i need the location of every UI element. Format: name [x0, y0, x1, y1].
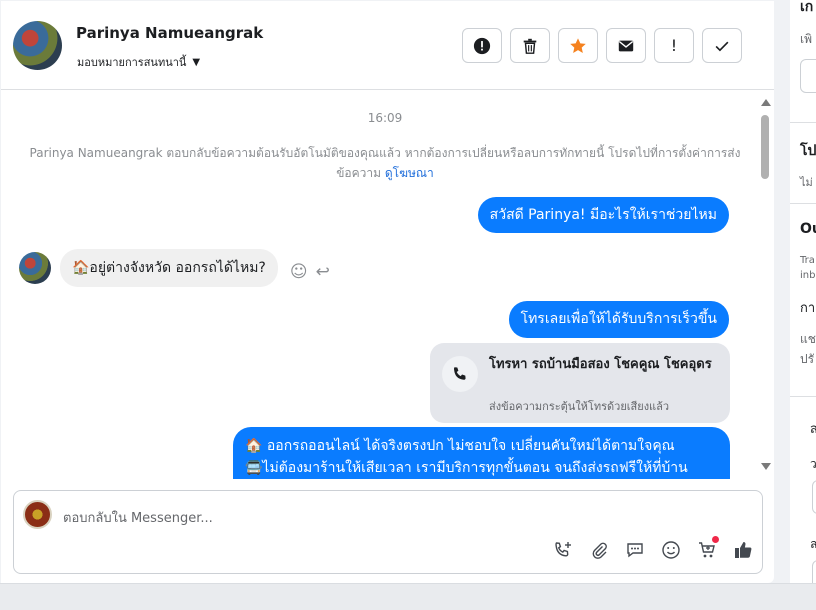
assign-label: มอบหมายการสนทนานี้ — [77, 56, 187, 69]
saved-replies-icon[interactable] — [623, 538, 646, 561]
reply-icon[interactable]: ↩ — [316, 262, 330, 282]
composer-tools — [551, 536, 754, 561]
outgoing-message: สวัสดี Parinya! มีอะไรให้เราช่วยไหม — [477, 197, 729, 233]
check-icon — [715, 41, 729, 51]
system-note: Parinya Namueangrak ตอบกลับข้อความต้อนรั… — [15, 143, 755, 183]
right-details-panel: เก เพิ โป ไม่ Ou Tra inb กา แช ปรั ส ว ล — [790, 0, 816, 583]
panel-heading: Ou — [800, 221, 816, 237]
message-timestamp: 16:09 — [367, 111, 403, 125]
caret-down-icon: ▼ — [192, 56, 201, 68]
reply-input[interactable]: ตอบกลับใน Messenger... — [63, 507, 213, 528]
notification-dot — [712, 536, 719, 543]
mail-icon — [618, 40, 634, 51]
message-line: 🚍ไม่ต้องมาร้านให้เสียเวลา เรามีบริการทุก… — [245, 460, 688, 476]
exclamation-icon: ! — [670, 36, 678, 55]
spam-button[interactable]: ! — [654, 28, 694, 63]
scroll-down-arrow-icon[interactable] — [761, 463, 771, 470]
panel-text: inb — [800, 270, 816, 281]
call-card-subtitle: ส่งข้อความกระตุ้นให้โทรด้วยเสียงแล้ว — [489, 400, 670, 413]
page-avatar — [23, 500, 52, 529]
sender-avatar — [19, 252, 51, 284]
reply-composer[interactable]: ตอบกลับใน Messenger... — [13, 490, 763, 574]
mark-done-button[interactable] — [702, 28, 742, 63]
scroll-thumb[interactable] — [761, 115, 769, 179]
incoming-message-row: 🏠อยู่ต่างจังหวัด ออกรถได้ไหม? ☺ ↩ — [19, 249, 330, 287]
report-button[interactable] — [462, 28, 502, 63]
trash-icon — [523, 38, 537, 54]
panel-text: ไม่ — [800, 176, 813, 189]
emoji-icon[interactable] — [659, 538, 682, 561]
alert-circle-icon — [473, 37, 491, 54]
phone-icon — [442, 356, 478, 392]
bottom-bar — [0, 583, 816, 610]
panel-text: Tra — [800, 255, 815, 266]
panel-divider — [790, 203, 816, 204]
incoming-message: 🏠อยู่ต่างจังหวัด ออกรถได้ไหม? — [60, 249, 278, 287]
panel-text: ปรั — [800, 352, 815, 366]
mark-unread-button[interactable] — [606, 28, 646, 63]
panel-label: ล — [810, 537, 816, 551]
header-actions: ! — [462, 28, 742, 63]
star-icon — [570, 37, 586, 53]
call-cta-card[interactable]: โทรหา รถบ้านมือสอง โชคคูณ โชคอุดร ส่งข้อ… — [430, 343, 730, 423]
scroll-up-arrow-icon[interactable] — [761, 99, 771, 106]
delete-button[interactable] — [510, 28, 550, 63]
assign-conversation-dropdown[interactable]: มอบหมายการสนทนานี้ ▼ — [77, 53, 200, 71]
message-thread[interactable]: 16:09 Parinya Namueangrak ตอบกลับข้อความ… — [1, 91, 774, 479]
panel-input[interactable] — [800, 59, 816, 93]
panel-divider — [790, 396, 816, 397]
outgoing-message: โทรเลยเพื่อให้ได้รับบริการเร็วขึ้น — [508, 301, 729, 338]
conversation-panel: Parinya Namueangrak มอบหมายการสนทนานี้ ▼ — [1, 1, 774, 583]
panel-heading: โป — [800, 143, 816, 159]
panel-heading: เก — [800, 0, 814, 15]
panel-text: เพิ — [800, 32, 813, 46]
panel-label: ส — [810, 422, 816, 437]
call-card-title: โทรหา รถบ้านมือสอง โชคคูณ โชคอุดร — [489, 357, 712, 372]
contact-avatar[interactable] — [13, 21, 62, 70]
cart-icon[interactable] — [695, 536, 719, 561]
message-actions: ☺ ↩ — [290, 262, 330, 282]
outgoing-message-long: 🏠 ออกรถออนไลน์ ได้จริงตรงปก ไม่ชอบใจ เปล… — [233, 427, 730, 479]
panel-label: ว — [810, 457, 816, 471]
panel-input[interactable] — [812, 480, 816, 514]
like-icon[interactable] — [731, 538, 754, 561]
panel-label: กา — [800, 301, 816, 316]
add-call-icon[interactable] — [551, 538, 574, 561]
view-ad-link[interactable]: ดูโฆษณา — [385, 166, 434, 180]
conversation-header: Parinya Namueangrak มอบหมายการสนทนานี้ ▼ — [1, 1, 774, 90]
contact-name[interactable]: Parinya Namueangrak — [76, 24, 263, 42]
panel-input[interactable] — [812, 560, 816, 583]
message-line: 🏠 ออกรถออนไลน์ ได้จริงตรงปก ไม่ชอบใจ เปล… — [245, 438, 675, 454]
star-button[interactable] — [558, 28, 598, 63]
panel-divider — [790, 122, 816, 123]
app-window: Parinya Namueangrak มอบหมายการสนทนานี้ ▼ — [0, 0, 816, 610]
panel-text: แช — [800, 332, 816, 346]
react-emoji-icon[interactable]: ☺ — [290, 262, 308, 282]
thread-scrollbar[interactable] — [760, 99, 771, 479]
attach-icon[interactable] — [587, 538, 610, 561]
